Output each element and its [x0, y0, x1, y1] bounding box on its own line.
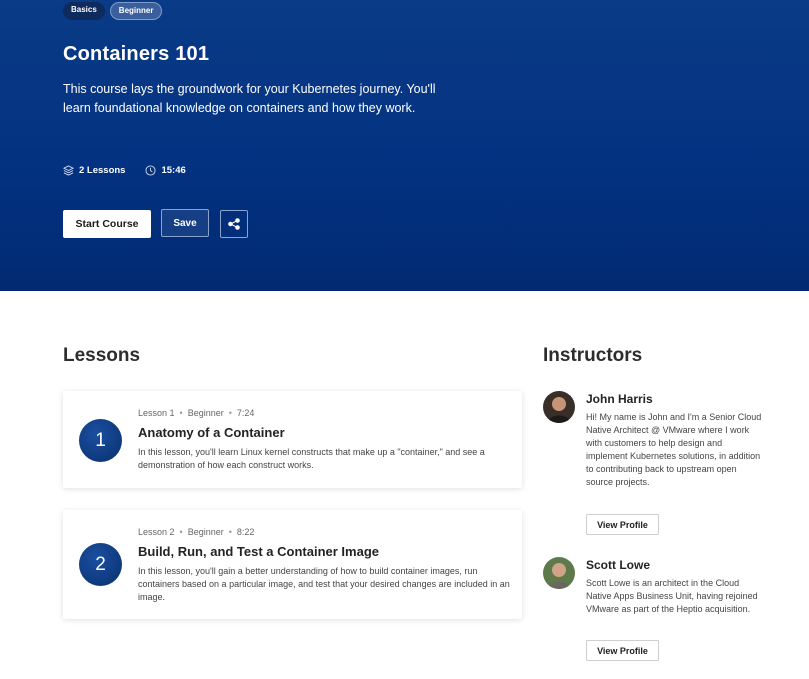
instructor-name: John Harris: [586, 392, 653, 406]
instructor-bio: Hi! My name is John and I'm a Senior Clo…: [586, 412, 762, 487]
avatar[interactable]: [543, 557, 575, 589]
lesson-card[interactable]: 1 Lesson 1 • Beginner • 7:24 Anatomy of …: [63, 391, 522, 488]
course-duration: 15:46: [145, 165, 186, 176]
lesson-duration: 7:24: [236, 408, 255, 418]
course-meta: 2 Lessons 15:46: [63, 165, 206, 176]
layers-icon: [63, 165, 74, 176]
share-icon: [228, 218, 240, 230]
tag-beginner[interactable]: Beginner: [109, 2, 163, 20]
lesson-title[interactable]: Anatomy of a Container: [138, 425, 285, 440]
lessons-heading: Lessons: [63, 345, 141, 366]
tag-basics[interactable]: Basics: [63, 2, 105, 20]
lesson-number-badge: 2: [79, 543, 122, 586]
meta-separator: •: [228, 408, 232, 418]
course-hero: Basics Beginner Containers 101 This cour…: [0, 0, 809, 291]
meta-separator: •: [228, 527, 232, 537]
save-button[interactable]: Save: [161, 209, 209, 237]
tag-list: Basics Beginner: [63, 2, 163, 20]
share-button[interactable]: [220, 210, 248, 238]
lesson-label: Lesson 2: [138, 527, 175, 537]
lesson-duration: 8:22: [236, 527, 255, 537]
meta-separator: •: [179, 408, 183, 418]
lessons-count-label: 2 Lessons: [79, 165, 126, 176]
lesson-meta: Lesson 2 • Beginner • 8:22: [138, 527, 254, 537]
lesson-level: Beginner: [187, 408, 224, 418]
course-description: This course lays the groundwork for your…: [63, 82, 436, 115]
lesson-level: Beginner: [187, 527, 224, 537]
instructor-bio: Scott Lowe is an architect in the Cloud …: [586, 578, 758, 614]
instructors-heading: Instructors: [543, 345, 643, 366]
duration-label: 15:46: [161, 165, 186, 176]
instructor-name: Scott Lowe: [586, 558, 651, 572]
lesson-title[interactable]: Build, Run, and Test a Container Image: [138, 544, 379, 559]
lesson-meta: Lesson 1 • Beginner • 7:24: [138, 408, 254, 418]
lesson-number-badge: 1: [79, 419, 122, 462]
course-title: Containers 101: [63, 43, 210, 65]
view-profile-button[interactable]: View Profile: [586, 640, 659, 661]
meta-separator: •: [179, 527, 183, 537]
lesson-label: Lesson 1: [138, 408, 175, 418]
lesson-description: In this lesson, you'll gain a better und…: [138, 566, 510, 602]
lesson-card[interactable]: 2 Lesson 2 • Beginner • 8:22 Build, Run,…: [63, 510, 522, 619]
view-profile-button[interactable]: View Profile: [586, 514, 659, 535]
lessons-count: 2 Lessons: [63, 165, 125, 176]
lesson-description: In this lesson, you'll learn Linux kerne…: [138, 447, 485, 470]
start-course-button[interactable]: Start Course: [63, 210, 151, 238]
avatar[interactable]: [543, 391, 575, 423]
clock-icon: [145, 165, 157, 176]
